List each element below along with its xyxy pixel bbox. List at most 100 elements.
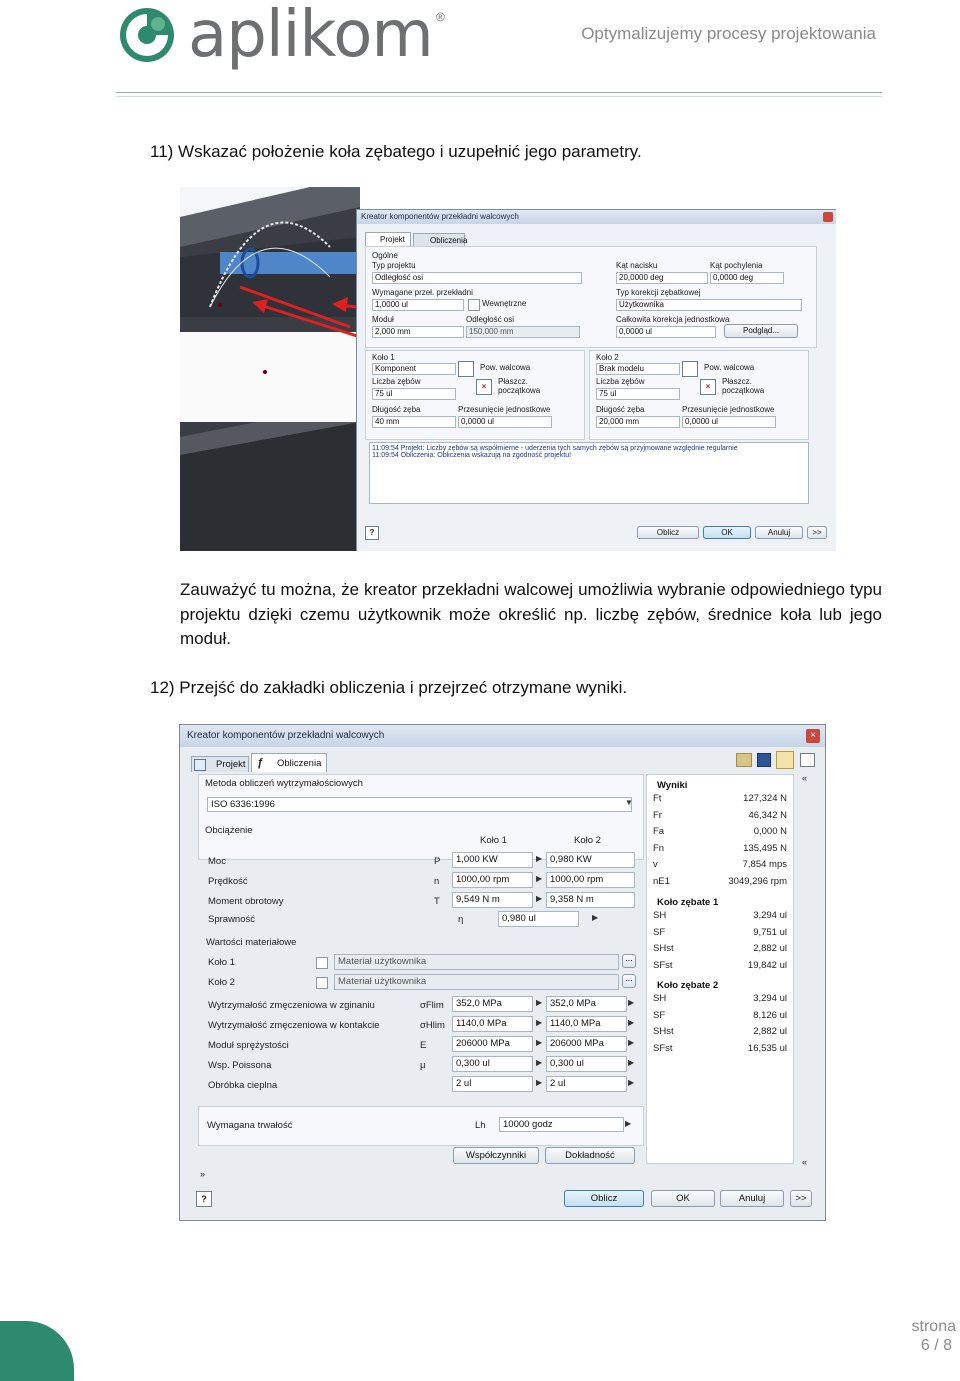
more-button[interactable]: >> xyxy=(790,1190,812,1207)
close-icon[interactable]: × xyxy=(806,729,820,743)
result-value: 19,842 ul xyxy=(747,959,787,971)
options-icon[interactable] xyxy=(800,753,815,767)
arrow-right-icon[interactable]: ▶ xyxy=(628,1078,634,1087)
gear2-type-select[interactable]: Brak modelu xyxy=(596,363,680,375)
arrow-right-icon[interactable]: ▶ xyxy=(536,1078,542,1087)
calculate-button[interactable]: Oblicz xyxy=(564,1190,644,1207)
footer-brand-shape xyxy=(0,1321,74,1381)
tab-projekt[interactable]: Projekt xyxy=(365,232,411,246)
material-row-checkbox[interactable] xyxy=(316,957,328,969)
efficiency-input[interactable]: 0,980 ul xyxy=(498,911,579,927)
efficiency-arrow-icon[interactable]: ▶ xyxy=(592,913,598,922)
cancel-button[interactable]: Anuluj xyxy=(755,526,803,539)
load-and-material-area: Koło 1 Koło 2 Moc P 1,000 KW ▶ 0,980 KW Prędk… xyxy=(198,835,642,1220)
ratio-input[interactable]: 1,0000 ul xyxy=(372,299,464,311)
arrow-right-icon[interactable]: ▶ xyxy=(536,1058,542,1067)
property-row-gear1-input[interactable]: 352,0 MPa xyxy=(452,996,533,1012)
result-symbol: Fa xyxy=(653,826,665,838)
gear1-width-input[interactable]: 40 mm xyxy=(372,416,456,428)
module-input[interactable]: 2,000 mm xyxy=(372,326,464,338)
more-button[interactable]: >> xyxy=(807,526,827,539)
arrow-right-icon[interactable]: ▶ xyxy=(536,998,542,1007)
arrow-right-icon[interactable]: ▶ xyxy=(536,894,542,903)
col-gear2-label: Koło 2 xyxy=(574,835,601,846)
result-value: 16,535 ul xyxy=(747,1042,787,1054)
material-row-checkbox[interactable] xyxy=(316,977,328,989)
load-row-gear1-input[interactable]: 9,549 N m xyxy=(452,892,533,908)
help-icon[interactable]: ? xyxy=(365,526,379,540)
gear2-pick-face-icon[interactable] xyxy=(682,361,698,377)
arrow-right-icon[interactable]: ▶ xyxy=(536,854,542,863)
required-life-input[interactable]: 10000 godz xyxy=(499,1117,624,1132)
property-row-gear1-input[interactable]: 206000 MPa xyxy=(452,1036,533,1052)
log-line-1: 11:09:54 Projekt: Liczby zębów są współm… xyxy=(372,445,738,452)
correction-type-select[interactable]: Użytkownika xyxy=(616,299,802,311)
arrow-right-icon[interactable]: ▶ xyxy=(536,1038,542,1047)
load-row-gear2-input[interactable]: 0,980 KW xyxy=(546,852,635,868)
ok-button[interactable]: OK xyxy=(703,526,751,539)
property-row-gear2-input[interactable]: 2 ul xyxy=(546,1076,627,1092)
property-row-gear2-input[interactable]: 0,300 ul xyxy=(546,1056,627,1072)
ok-button[interactable]: OK xyxy=(651,1190,715,1207)
gear1-shift-input[interactable]: 0,0000 ul xyxy=(458,416,552,428)
load-row-gear1-input[interactable]: 1,000 KW xyxy=(452,852,533,868)
gear1-teeth-label: Liczba zębów xyxy=(372,377,421,386)
tab-obliczenia[interactable]: Obliczenia xyxy=(413,233,467,246)
load-row-label: Moment obrotowy xyxy=(208,896,284,907)
property-row-gear2-input[interactable]: 206000 MPa xyxy=(546,1036,627,1052)
property-row-gear2-input[interactable]: 1140,0 MPa xyxy=(546,1016,627,1032)
gear2-teeth-input[interactable]: 75 ul xyxy=(596,388,680,400)
arrow-right-icon[interactable]: ▶ xyxy=(536,1018,542,1027)
material-row-input[interactable]: Materiał użytkownika xyxy=(334,974,619,990)
gear1-type-select[interactable]: Komponent xyxy=(372,363,456,375)
open-folder-icon[interactable] xyxy=(736,753,752,767)
property-row-gear1-input[interactable]: 2 ul xyxy=(452,1076,533,1092)
settings-icon[interactable] xyxy=(776,751,794,769)
result-value: 8,126 ul xyxy=(753,1009,787,1021)
gear1-teeth-input[interactable]: 75 ul xyxy=(372,388,456,400)
pressure-angle-input[interactable]: 20,0000 deg xyxy=(616,272,708,284)
gear2-pick-plane-icon[interactable]: × xyxy=(700,379,716,395)
close-icon[interactable] xyxy=(823,212,833,222)
arrow-right-icon[interactable]: ▶ xyxy=(628,998,634,1007)
internal-checkbox[interactable] xyxy=(468,299,480,311)
gear1-pick-plane-icon[interactable]: × xyxy=(476,379,492,395)
cancel-button[interactable]: Anuluj xyxy=(720,1190,784,1207)
arrow-right-icon[interactable]: ▶ xyxy=(628,1018,634,1027)
chevron-down-icon[interactable]: ▼ xyxy=(625,798,633,807)
project-type-select[interactable]: Odległość osi xyxy=(372,272,582,284)
help-icon[interactable]: ? xyxy=(196,1191,212,1207)
collapse-left-icon[interactable]: « xyxy=(802,1157,807,1167)
center-distance-input[interactable]: 150,000 mm xyxy=(466,326,580,338)
gear1-pick-face-icon[interactable] xyxy=(458,361,474,377)
gear2-shift-input[interactable]: 0,0000 ul xyxy=(682,416,776,428)
required-life-panel: Wymagana trwałość Lh 10000 godz ▶ xyxy=(198,1106,644,1146)
helix-angle-input[interactable]: 0,0000 deg xyxy=(710,272,784,284)
preview-button[interactable]: Podgląd... xyxy=(724,324,798,338)
coefficients-button[interactable]: Współczynniki xyxy=(453,1147,539,1164)
calculate-button[interactable]: Oblicz xyxy=(637,526,699,539)
arrow-right-icon[interactable]: ▶ xyxy=(628,1058,634,1067)
collapse-down-icon[interactable]: » xyxy=(200,1169,205,1179)
expand-results-icon[interactable]: « xyxy=(802,773,807,783)
material-browse-button[interactable]: ... xyxy=(622,954,636,968)
arrow-right-icon[interactable]: ▶ xyxy=(628,1038,634,1047)
save-icon[interactable] xyxy=(757,753,771,767)
material-browse-button[interactable]: ... xyxy=(622,974,636,988)
property-row-gear1-input[interactable]: 0,300 ul xyxy=(452,1056,533,1072)
load-row-gear2-input[interactable]: 9,358 N m xyxy=(546,892,635,908)
property-row-gear1-input[interactable]: 1140,0 MPa xyxy=(452,1016,533,1032)
load-row-gear1-input[interactable]: 1000,00 rpm xyxy=(452,872,533,888)
result-symbol: SH xyxy=(653,910,667,921)
required-life-label: Wymagana trwałość xyxy=(207,1120,293,1131)
method-select[interactable]: ISO 6336:1996 xyxy=(207,797,632,812)
material-row-input[interactable]: Materiał użytkownika xyxy=(334,954,619,970)
life-arrow-icon[interactable]: ▶ xyxy=(625,1119,631,1128)
method-panel: Metoda obliczeń wytrzymałościowych ISO 6… xyxy=(198,774,644,860)
load-row-gear2-input[interactable]: 1000,00 rpm xyxy=(546,872,635,888)
total-correction-input[interactable]: 0,0000 ul xyxy=(616,326,716,338)
property-row-gear2-input[interactable]: 352,0 MPa xyxy=(546,996,627,1012)
gear2-width-input[interactable]: 20,000 mm xyxy=(596,416,680,428)
accuracy-button[interactable]: Dokładność xyxy=(545,1147,635,1164)
arrow-right-icon[interactable]: ▶ xyxy=(536,874,542,883)
